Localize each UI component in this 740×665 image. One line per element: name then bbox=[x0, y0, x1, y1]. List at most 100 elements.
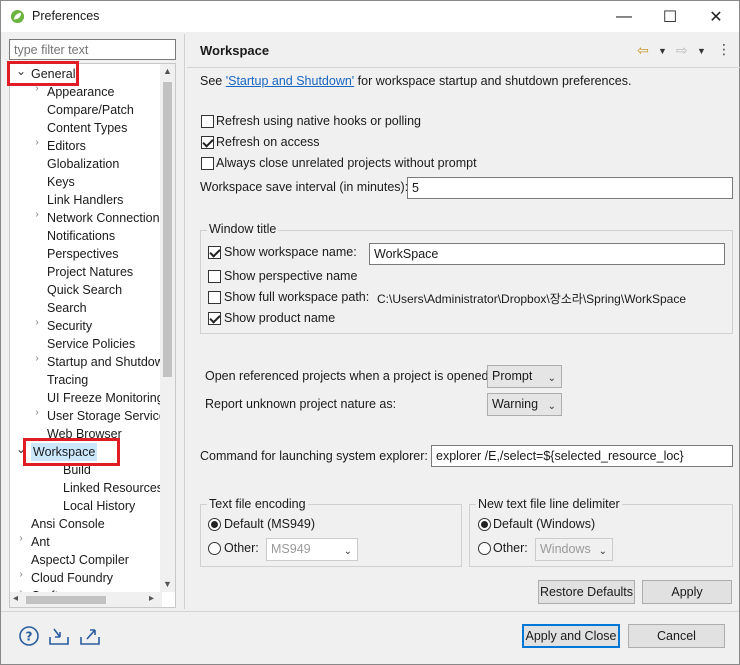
show-full-path-label: Show full workspace path: bbox=[224, 290, 370, 304]
show-product-label: Show product name bbox=[224, 311, 336, 325]
full-path-value: C:\Users\Administrator\Dropbox\장소라\Sprin… bbox=[377, 292, 686, 306]
tree-item-service-policies[interactable]: Service Policies bbox=[47, 335, 135, 353]
tree-item-quick-search[interactable]: Quick Search bbox=[47, 281, 122, 299]
delimiter-other-label: Other: bbox=[493, 541, 528, 555]
spring-leaf-icon bbox=[10, 9, 25, 24]
text-encoding-group-label: Text file encoding bbox=[207, 497, 308, 511]
maximize-button[interactable]: ☐ bbox=[647, 1, 693, 32]
scroll-left-icon[interactable]: ◂ bbox=[13, 593, 18, 604]
svg-text:?: ? bbox=[26, 630, 33, 644]
tree-item-editors[interactable]: Editors bbox=[47, 137, 86, 155]
report-nature-value: Warning bbox=[492, 397, 539, 411]
encoding-other-label: Other: bbox=[224, 541, 259, 555]
tree-item-local-history[interactable]: Local History bbox=[63, 497, 135, 515]
chevron-right-icon[interactable]: › bbox=[32, 353, 42, 371]
scroll-down-icon[interactable]: ▼ bbox=[163, 579, 172, 589]
delimiter-other-select[interactable]: Windows ⌄ bbox=[535, 538, 613, 561]
tree-viewport: ⌄ General › Appearance Compare/Patch Content … bbox=[10, 64, 162, 592]
encoding-other-select[interactable]: MS949 ⌄ bbox=[266, 538, 358, 561]
tree-vertical-scrollbar[interactable]: ▲ ▼ bbox=[160, 64, 175, 592]
tree-item-aspectj-compiler[interactable]: AspectJ Compiler bbox=[31, 551, 129, 569]
tree-vertical-thumb[interactable] bbox=[163, 82, 172, 377]
tree-item-keys[interactable]: Keys bbox=[47, 173, 75, 191]
save-interval-field[interactable]: 5 bbox=[407, 177, 733, 199]
encoding-default-label: Default (MS949) bbox=[224, 517, 316, 531]
chevron-right-icon[interactable]: › bbox=[16, 533, 26, 551]
tree-item-notifications[interactable]: Notifications bbox=[47, 227, 115, 245]
startup-shutdown-link[interactable]: 'Startup and Shutdown' bbox=[226, 74, 354, 88]
forward-arrow-icon[interactable]: ⇨ bbox=[676, 42, 688, 59]
restore-defaults-button[interactable]: Restore Defaults bbox=[538, 580, 635, 604]
startup-hint: See 'Startup and Shutdown' for workspace… bbox=[200, 74, 631, 88]
tree-item-network-connections[interactable]: Network Connections bbox=[47, 209, 162, 227]
tree-item-ant[interactable]: Ant bbox=[31, 533, 50, 551]
report-nature-select[interactable]: Warning ⌄ bbox=[487, 393, 562, 416]
delimiter-default-label: Default (Windows) bbox=[493, 517, 596, 531]
scroll-up-icon[interactable]: ▲ bbox=[163, 66, 172, 76]
tree-item-compare-patch[interactable]: Compare/Patch bbox=[47, 101, 134, 119]
filter-input[interactable] bbox=[9, 39, 176, 60]
view-menu-icon[interactable]: ⋮ bbox=[717, 41, 731, 58]
delimiter-default-radio[interactable] bbox=[478, 518, 491, 531]
back-menu-icon[interactable]: ▼ bbox=[658, 46, 667, 56]
tree-item-ansi-console[interactable]: Ansi Console bbox=[31, 515, 105, 533]
refresh-native-label: Refresh using native hooks or polling bbox=[216, 114, 421, 128]
tree-item-perspectives[interactable]: Perspectives bbox=[47, 245, 119, 263]
header-separator bbox=[187, 67, 740, 68]
show-workspace-name-checkbox[interactable] bbox=[208, 246, 221, 259]
minimize-button[interactable]: — bbox=[601, 1, 647, 32]
always-close-checkbox[interactable] bbox=[201, 157, 214, 170]
workspace-name-field[interactable]: WorkSpace bbox=[369, 243, 725, 265]
see-prefix: See bbox=[200, 74, 226, 88]
highlight-general bbox=[7, 61, 79, 86]
show-product-checkbox[interactable] bbox=[208, 312, 221, 325]
tree-item-cloud-foundry[interactable]: Cloud Foundry bbox=[31, 569, 113, 587]
page-title: Workspace bbox=[200, 43, 270, 58]
delimiter-other-radio[interactable] bbox=[478, 542, 491, 555]
import-icon[interactable] bbox=[48, 625, 70, 647]
open-referenced-select[interactable]: Prompt ⌄ bbox=[487, 365, 562, 388]
tree-item-linked-resources[interactable]: Linked Resources bbox=[63, 479, 162, 497]
chevron-down-icon: ⌄ bbox=[598, 546, 607, 557]
chevron-right-icon[interactable]: › bbox=[32, 209, 42, 227]
tree-item-user-storage-service[interactable]: User Storage Service bbox=[47, 407, 162, 425]
delimiter-other-value: Windows bbox=[540, 542, 591, 556]
tree-horizontal-scrollbar[interactable]: ◂ ▸ bbox=[10, 592, 162, 607]
refresh-access-checkbox[interactable] bbox=[201, 136, 214, 149]
chevron-down-icon: ⌄ bbox=[343, 546, 352, 557]
chevron-right-icon[interactable]: › bbox=[16, 569, 26, 587]
tree-item-startup-and-shutdown[interactable]: Startup and Shutdown bbox=[47, 353, 162, 371]
back-arrow-icon[interactable]: ⇦ bbox=[637, 42, 649, 59]
tree-item-tracing[interactable]: Tracing bbox=[47, 371, 88, 389]
save-interval-label: Workspace save interval (in minutes): bbox=[200, 180, 409, 194]
tree-item-content-types[interactable]: Content Types bbox=[47, 119, 127, 137]
tree-horizontal-thumb[interactable] bbox=[26, 596, 106, 604]
scroll-right-icon[interactable]: ▸ bbox=[149, 593, 154, 604]
close-window-button[interactable]: ✕ bbox=[693, 1, 739, 32]
show-perspective-checkbox[interactable] bbox=[208, 270, 221, 283]
chevron-right-icon[interactable]: › bbox=[32, 317, 42, 335]
explorer-command-field[interactable]: explorer /E,/select=${selected_resource_… bbox=[431, 445, 733, 467]
tree-item-ui-freeze-monitoring[interactable]: UI Freeze Monitoring bbox=[47, 389, 162, 407]
apply-button[interactable]: Apply bbox=[642, 580, 732, 604]
tree-item-security[interactable]: Security bbox=[47, 317, 92, 335]
show-full-path-checkbox[interactable] bbox=[208, 291, 221, 304]
cancel-button[interactable]: Cancel bbox=[628, 624, 725, 648]
tree-item-link-handlers[interactable]: Link Handlers bbox=[47, 191, 123, 209]
panel-separator bbox=[184, 34, 185, 609]
help-icon[interactable]: ? bbox=[18, 625, 40, 647]
tree-item-globalization[interactable]: Globalization bbox=[47, 155, 119, 173]
window-title-group-label: Window title bbox=[207, 222, 279, 236]
export-icon[interactable] bbox=[79, 625, 101, 647]
tree-item-search[interactable]: Search bbox=[47, 299, 87, 317]
forward-menu-icon[interactable]: ▼ bbox=[697, 46, 706, 56]
preferences-window: Preferences — ☐ ✕ ⌄General›AppearanceCom… bbox=[0, 0, 740, 665]
encoding-other-radio[interactable] bbox=[208, 542, 221, 555]
refresh-native-checkbox[interactable] bbox=[201, 115, 214, 128]
chevron-right-icon[interactable]: › bbox=[32, 407, 42, 425]
apply-and-close-button[interactable]: Apply and Close bbox=[522, 624, 620, 648]
tree-item-project-natures[interactable]: Project Natures bbox=[47, 263, 133, 281]
chevron-right-icon[interactable]: › bbox=[32, 137, 42, 155]
encoding-default-radio[interactable] bbox=[208, 518, 221, 531]
show-perspective-label: Show perspective name bbox=[224, 269, 358, 283]
